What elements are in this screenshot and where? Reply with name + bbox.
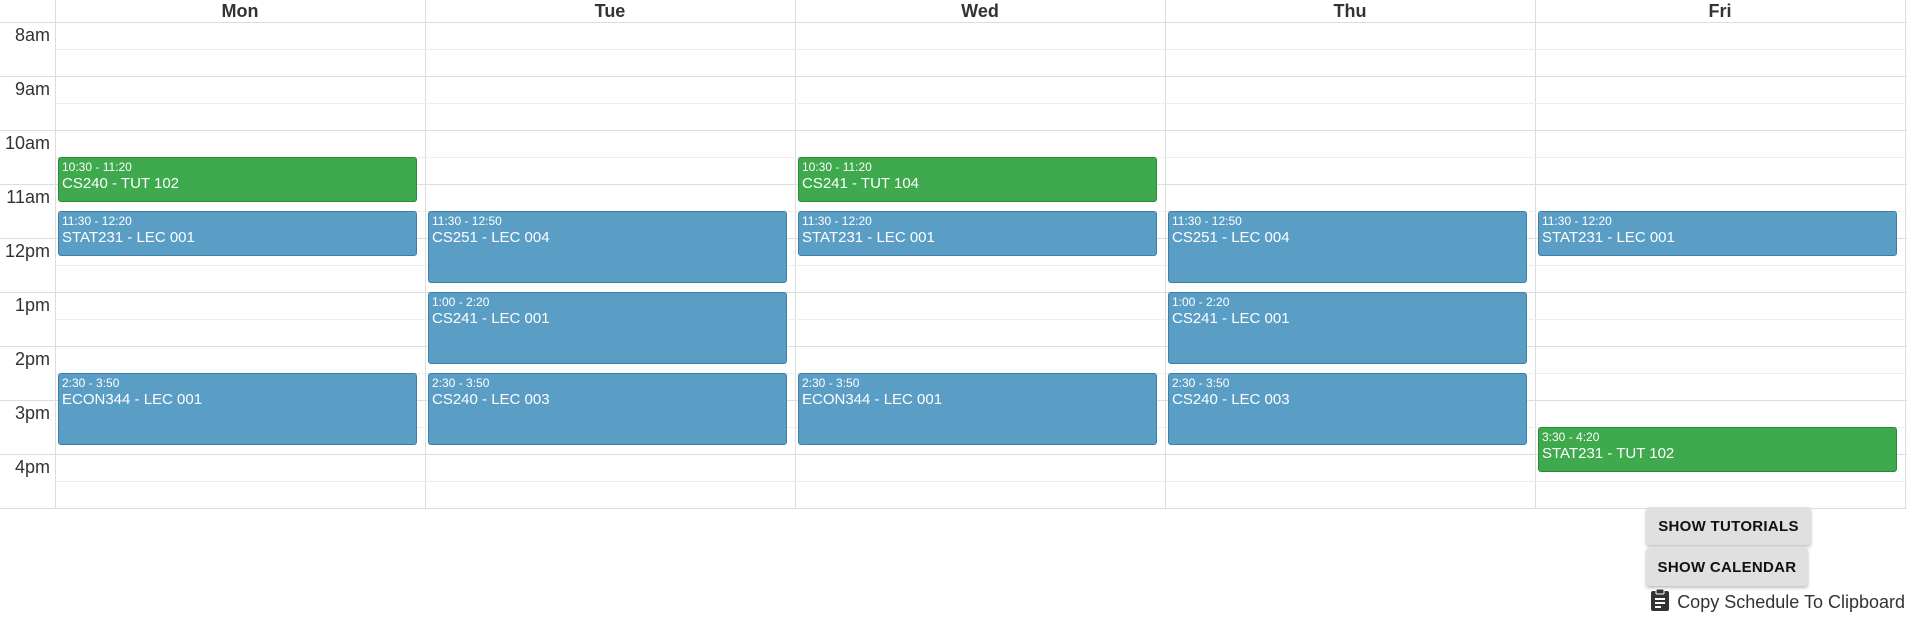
time-label: 2pm <box>14 349 50 369</box>
day-header-tue: Tue <box>594 1 626 21</box>
half-hour-gridline <box>55 319 1907 320</box>
hour-gridline <box>0 508 1907 509</box>
event-time: 10:30 - 11:20 <box>62 160 132 174</box>
half-hour-gridline <box>55 481 1907 482</box>
course-event[interactable]: 10:30 - 11:20 CS241 - TUT 104 <box>798 157 1157 202</box>
show-tutorials-button[interactable]: SHOW TUTORIALS <box>1646 507 1811 545</box>
weekly-calendar: Mon Tue Wed Thu Fri 8am 9am 10am 11am 12pm 1pm 2pm 3… <box>0 0 1907 509</box>
event-course-name: STAT231 - LEC 001 <box>802 229 935 246</box>
event-course-name: ECON344 - LEC 001 <box>62 391 203 408</box>
event-time: 1:00 - 2:20 <box>432 295 490 309</box>
half-hour-gridline <box>55 49 1907 50</box>
event-course-name: ECON344 - LEC 001 <box>802 391 943 408</box>
event-time: 11:30 - 12:20 <box>62 214 132 228</box>
event-course-name: CS240 - LEC 003 <box>1172 391 1290 408</box>
event-time: 2:30 - 3:50 <box>62 376 120 390</box>
half-hour-gridline <box>55 103 1907 104</box>
day-header-thu: Thu <box>1333 1 1367 21</box>
day-header-mon: Mon <box>221 1 259 21</box>
event-course-name: CS240 - LEC 003 <box>432 391 550 408</box>
event-course-name: STAT231 - LEC 001 <box>1542 229 1675 246</box>
day-header-wed: Wed <box>961 1 999 21</box>
time-label: 8am <box>14 25 50 45</box>
hour-gridline <box>0 346 1907 347</box>
course-event[interactable]: 11:30 - 12:50 CS251 - LEC 004 <box>428 211 787 283</box>
course-event[interactable]: 11:30 - 12:20 STAT231 - LEC 001 <box>1538 211 1897 256</box>
time-label: 11am <box>6 187 50 207</box>
course-event[interactable]: 2:30 - 3:50 CS240 - LEC 003 <box>428 373 787 445</box>
hour-gridline <box>0 76 1907 77</box>
hour-gridline <box>0 22 1907 23</box>
event-course-name: STAT231 - TUT 102 <box>1542 445 1675 462</box>
clipboard-icon <box>1649 588 1677 617</box>
half-hour-gridline <box>55 265 1907 266</box>
time-label: 9am <box>14 79 50 99</box>
course-event[interactable]: 10:30 - 11:20 CS240 - TUT 102 <box>58 157 417 202</box>
event-course-name: STAT231 - LEC 001 <box>62 229 195 246</box>
time-label: 12pm <box>4 241 50 261</box>
day-header-fri: Fri <box>1708 1 1732 21</box>
course-event[interactable]: 2:30 - 3:50 ECON344 - LEC 001 <box>798 373 1157 445</box>
time-label: 10am <box>4 133 50 153</box>
event-time: 1:00 - 2:20 <box>1172 295 1230 309</box>
time-label: 4pm <box>14 457 50 477</box>
event-course-name: CS240 - TUT 102 <box>62 175 180 192</box>
course-event[interactable]: 1:00 - 2:20 CS241 - LEC 001 <box>1168 292 1527 364</box>
hour-gridline <box>0 292 1907 293</box>
event-course-name: CS251 - LEC 004 <box>1172 229 1290 246</box>
event-time: 2:30 - 3:50 <box>432 376 490 390</box>
copy-schedule-link[interactable]: Copy Schedule To Clipboard <box>1649 588 1905 617</box>
course-event[interactable]: 11:30 - 12:20 STAT231 - LEC 001 <box>798 211 1157 256</box>
course-event[interactable]: 1:00 - 2:20 CS241 - LEC 001 <box>428 292 787 364</box>
course-event[interactable]: 2:30 - 3:50 CS240 - LEC 003 <box>1168 373 1527 445</box>
time-label: 1pm <box>14 295 50 315</box>
event-time: 2:30 - 3:50 <box>1172 376 1230 390</box>
event-time: 11:30 - 12:20 <box>1542 214 1612 228</box>
event-time: 2:30 - 3:50 <box>802 376 860 390</box>
time-label: 3pm <box>14 403 50 423</box>
event-course-name: CS241 - LEC 001 <box>432 310 550 327</box>
event-time: 10:30 - 11:20 <box>802 160 872 174</box>
copy-schedule-label: Copy Schedule To Clipboard <box>1677 591 1905 612</box>
event-course-name: CS241 - TUT 104 <box>802 175 920 192</box>
course-event[interactable]: 11:30 - 12:20 STAT231 - LEC 001 <box>58 211 417 256</box>
event-time: 11:30 - 12:20 <box>802 214 872 228</box>
course-event[interactable]: 11:30 - 12:50 CS251 - LEC 004 <box>1168 211 1527 283</box>
course-event[interactable]: 3:30 - 4:20 STAT231 - TUT 102 <box>1538 427 1897 472</box>
course-event[interactable]: 2:30 - 3:50 ECON344 - LEC 001 <box>58 373 417 445</box>
show-calendar-button[interactable]: SHOW CALENDAR <box>1646 548 1808 586</box>
event-time: 11:30 - 12:50 <box>1172 214 1242 228</box>
event-course-name: CS251 - LEC 004 <box>432 229 550 246</box>
hour-gridline <box>0 130 1907 131</box>
event-time: 3:30 - 4:20 <box>1542 430 1600 444</box>
event-course-name: CS241 - LEC 001 <box>1172 310 1290 327</box>
event-time: 11:30 - 12:50 <box>432 214 502 228</box>
